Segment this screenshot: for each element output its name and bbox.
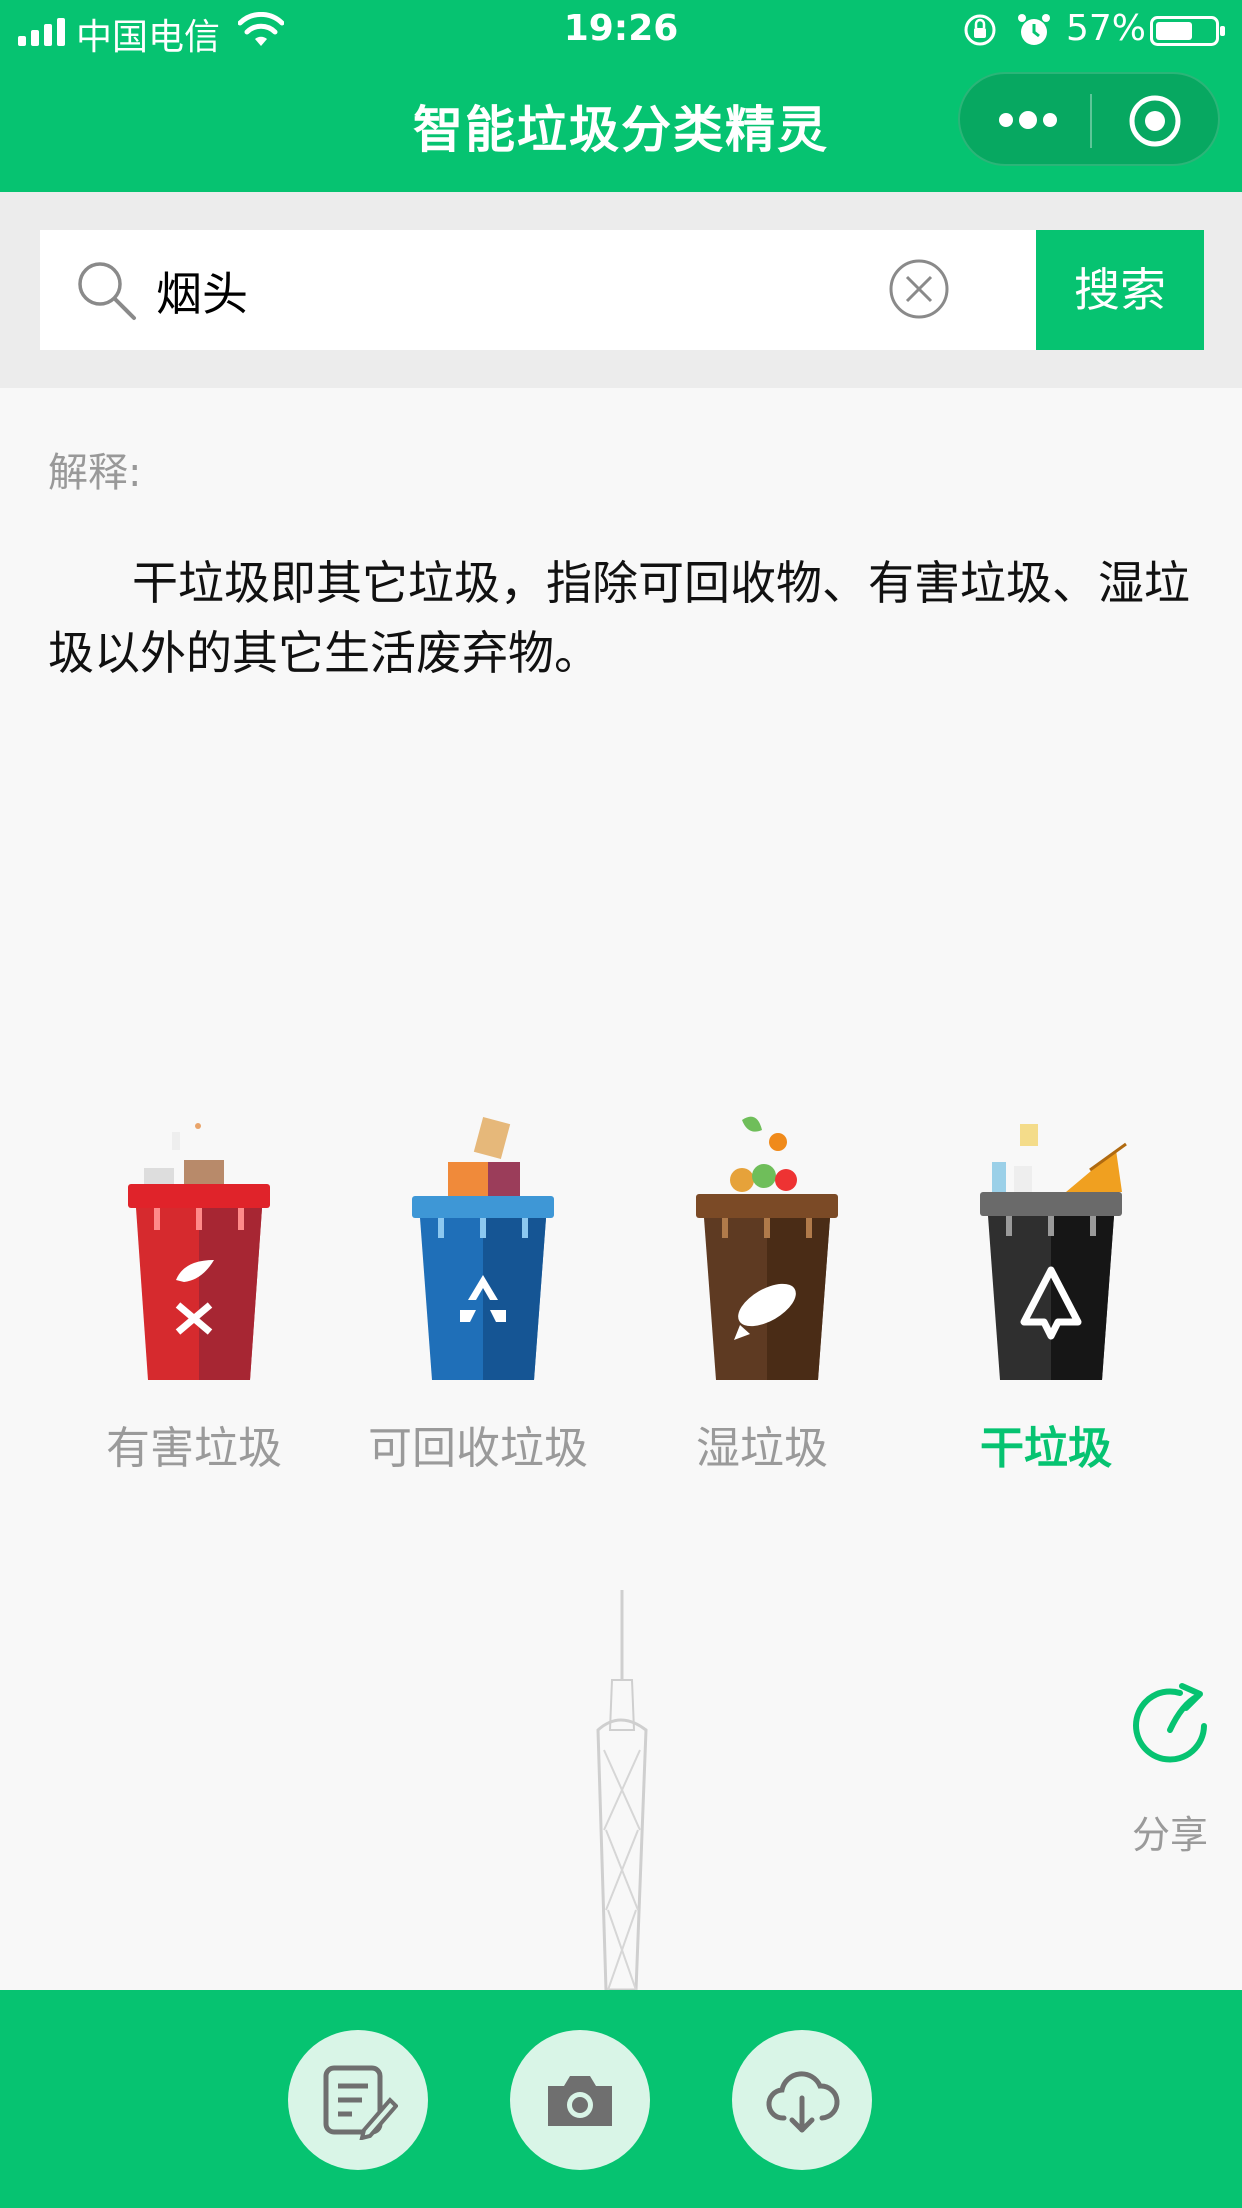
navigation-bar: 智能垃圾分类精灵: [0, 62, 1242, 192]
edit-button[interactable]: [288, 2030, 428, 2170]
status-time: 19:26: [563, 8, 679, 49]
camera-button[interactable]: [510, 2030, 650, 2170]
dry-bin-icon: [980, 1124, 1127, 1380]
share-label: 分享: [1131, 1813, 1208, 1857]
camera-icon: [548, 2076, 612, 2126]
recyclable-bin-icon: [412, 1116, 554, 1380]
bin-wet[interactable]: 湿垃圾: [642, 1110, 882, 1490]
hazardous-bin-icon: [128, 1123, 270, 1380]
bin-label: 湿垃圾: [696, 1423, 828, 1474]
bin-hazardous[interactable]: 有害垃圾: [74, 1110, 314, 1490]
battery-icon: [1150, 16, 1225, 46]
close-program-icon[interactable]: [1128, 94, 1182, 148]
search-icon: [78, 262, 136, 320]
cloud-download-icon: [766, 2071, 840, 2133]
clear-icon[interactable]: [886, 256, 952, 322]
search-area: 搜索: [0, 192, 1242, 388]
explanation-text: 干垃圾即其它垃圾，指除可回收物、有害垃圾、湿垃圾以外的其它生活废弃物。: [48, 556, 1190, 680]
bin-categories: 有害垃圾 可回收垃圾 湿垃圾 干垃圾: [0, 1110, 1242, 1490]
status-bar: 中国电信 19:26 57%: [0, 0, 1242, 62]
capsule-divider: [1090, 94, 1092, 148]
edit-note-icon: [323, 2065, 398, 2140]
wet-bin-icon: [696, 1116, 838, 1380]
bin-dry[interactable]: 干垃圾: [926, 1110, 1166, 1490]
battery-percentage: 57%: [1066, 8, 1147, 49]
bin-label: 有害垃圾: [106, 1423, 282, 1474]
bottom-toolbar: [0, 1990, 1242, 2208]
search-input[interactable]: [154, 254, 898, 328]
search-button[interactable]: 搜索: [1036, 230, 1204, 350]
mini-program-capsule: [958, 72, 1220, 166]
explanation-label: 解释:: [48, 450, 142, 496]
alarm-icon: [1018, 14, 1050, 45]
bin-label: 干垃圾: [980, 1423, 1112, 1474]
share-icon: [1133, 1683, 1207, 1763]
more-icon[interactable]: [996, 102, 1060, 138]
tower-illustration: [596, 1590, 648, 1990]
share-button[interactable]: 分享: [1118, 1680, 1222, 1860]
search-box: [40, 230, 1036, 350]
bin-label: 可回收垃圾: [368, 1423, 588, 1474]
cloud-download-button[interactable]: [732, 2030, 872, 2170]
rotation-lock-icon: [964, 14, 996, 46]
bin-recyclable[interactable]: 可回收垃圾: [358, 1110, 598, 1490]
